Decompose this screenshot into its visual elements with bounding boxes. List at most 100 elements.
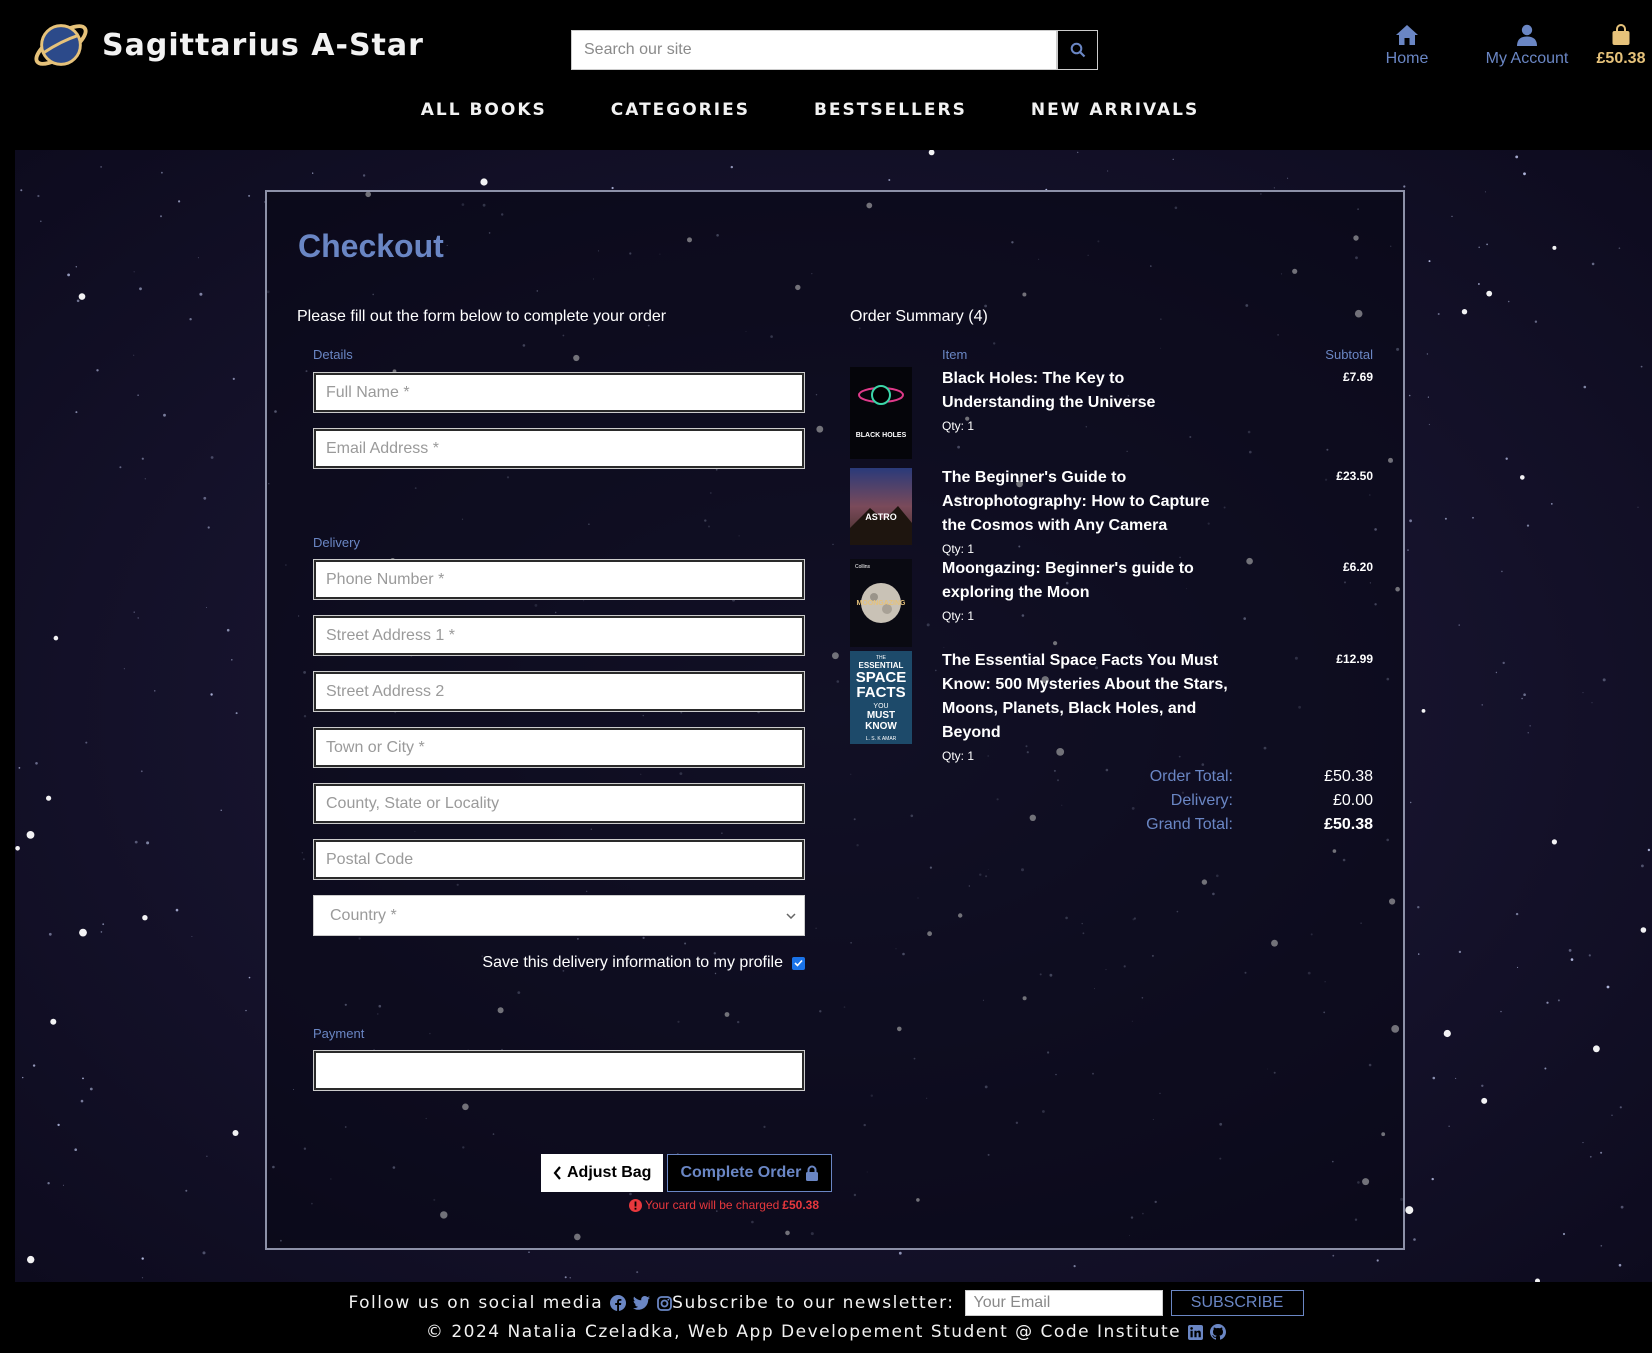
star	[1606, 985, 1610, 989]
star	[1478, 246, 1480, 249]
adjust-bag-button[interactable]: Adjust Bag	[541, 1154, 664, 1192]
nav-bestsellers[interactable]: BESTSELLERS	[814, 100, 967, 120]
subscribe-button[interactable]: SUBSCRIBE	[1170, 1290, 1304, 1316]
star	[1432, 1076, 1436, 1080]
star	[1376, 1259, 1379, 1262]
star	[232, 1130, 239, 1136]
search-input[interactable]	[571, 30, 1057, 70]
checkmark-icon	[794, 959, 803, 967]
col-header-subtotal: Subtotal	[1325, 347, 1373, 362]
star	[1520, 475, 1525, 480]
town-field[interactable]	[313, 727, 805, 768]
star	[1107, 170, 1109, 172]
star	[1502, 661, 1505, 665]
street-address-1-field[interactable]	[313, 615, 805, 656]
star	[1501, 570, 1503, 573]
star	[1478, 283, 1480, 285]
star	[1505, 457, 1508, 460]
star	[141, 1277, 144, 1279]
star	[206, 1155, 208, 1157]
star	[1458, 950, 1462, 954]
adjust-bag-label: Adjust Bag	[567, 1164, 652, 1181]
star	[1562, 1232, 1566, 1236]
site-footer: Follow us on social media Subscribe to o…	[0, 1282, 1652, 1353]
star	[1451, 215, 1453, 218]
star	[210, 693, 213, 696]
star	[1332, 1254, 1335, 1257]
star	[1546, 1001, 1549, 1004]
star	[18, 767, 21, 769]
star	[89, 1087, 93, 1091]
star	[480, 178, 488, 186]
country-select[interactable]: Country *	[313, 895, 805, 936]
star	[137, 394, 139, 396]
star	[37, 194, 40, 198]
postal-code-field[interactable]	[313, 839, 805, 880]
star	[248, 976, 251, 979]
star	[78, 293, 86, 300]
bag-total: £50.38	[1596, 50, 1646, 67]
star	[1589, 1155, 1592, 1158]
street-address-2-field[interactable]	[313, 671, 805, 712]
instagram-link[interactable]	[657, 1295, 673, 1311]
subscribe-text: Subscribe to our newsletter:	[672, 1293, 955, 1313]
star	[1582, 1142, 1584, 1144]
email-field[interactable]	[313, 428, 805, 469]
star	[235, 712, 238, 715]
save-info-checkbox[interactable]	[792, 956, 805, 970]
nav-new-arrivals[interactable]: NEW ARRIVALS	[1031, 100, 1199, 120]
item-title: The Beginner's Guide to Astrophotography…	[942, 469, 1210, 534]
star	[123, 668, 125, 670]
my-account-link[interactable]: My Account	[1472, 24, 1582, 68]
star	[1403, 185, 1406, 188]
nav-categories[interactable]: CATEGORIES	[611, 100, 750, 120]
star	[35, 762, 38, 765]
newsletter-email-input[interactable]	[964, 1290, 1163, 1316]
checkout-buttons: Adjust Bag Complete Order	[541, 1154, 833, 1192]
delivery-total-label: Delivery:	[1170, 792, 1233, 809]
save-info-label: Save this delivery information to my pro…	[482, 954, 783, 971]
cover-line-5: YOU	[873, 703, 888, 710]
linkedin-link[interactable]	[1188, 1324, 1204, 1340]
nav-all-books[interactable]: ALL BOOKS	[421, 100, 547, 120]
cover-title-moongazing: MOONGAZING	[857, 600, 907, 607]
county-field[interactable]	[313, 783, 805, 824]
order-total-value: £50.38	[1324, 768, 1373, 785]
star	[1570, 958, 1574, 961]
page-title: Checkout	[298, 228, 444, 264]
star	[1408, 394, 1411, 397]
star	[1529, 725, 1531, 727]
search-button[interactable]	[1057, 30, 1098, 70]
book-cover-essential-space-facts: THE ESSENTIAL SPACE FACTS YOU MUST KNOW …	[850, 651, 912, 744]
cover-title-astro: ASTRO	[865, 512, 897, 522]
home-link[interactable]: Home	[1372, 24, 1442, 68]
facebook-link[interactable]	[610, 1295, 627, 1311]
star	[133, 271, 135, 273]
full-name-field[interactable]	[313, 372, 805, 413]
site-logo[interactable]: Sagittarius A-Star	[30, 14, 424, 76]
star	[139, 287, 142, 291]
item-qty: Qty: 1	[942, 749, 975, 763]
shopping-bag-link[interactable]: £50.38	[1590, 24, 1652, 68]
star	[564, 1276, 567, 1279]
star	[248, 194, 251, 197]
star	[1618, 247, 1621, 249]
star	[1444, 517, 1447, 520]
details-label: Details	[313, 347, 353, 362]
twitter-link[interactable]	[633, 1296, 651, 1310]
github-link[interactable]	[1210, 1324, 1227, 1340]
star	[1544, 1067, 1547, 1070]
star	[232, 377, 235, 380]
star	[1448, 1125, 1450, 1127]
star	[528, 1251, 530, 1253]
star	[1526, 524, 1530, 527]
grand-total-label: Grand Total:	[1146, 816, 1233, 833]
star	[82, 1077, 84, 1080]
card-element-field[interactable]	[313, 1050, 805, 1091]
complete-order-button[interactable]: Complete Order	[667, 1154, 833, 1192]
star	[1552, 245, 1557, 250]
star	[312, 172, 314, 174]
checkout-panel: Checkout Please fill out the form below …	[265, 190, 1405, 1250]
phone-field[interactable]	[313, 559, 805, 600]
star	[1426, 353, 1429, 355]
